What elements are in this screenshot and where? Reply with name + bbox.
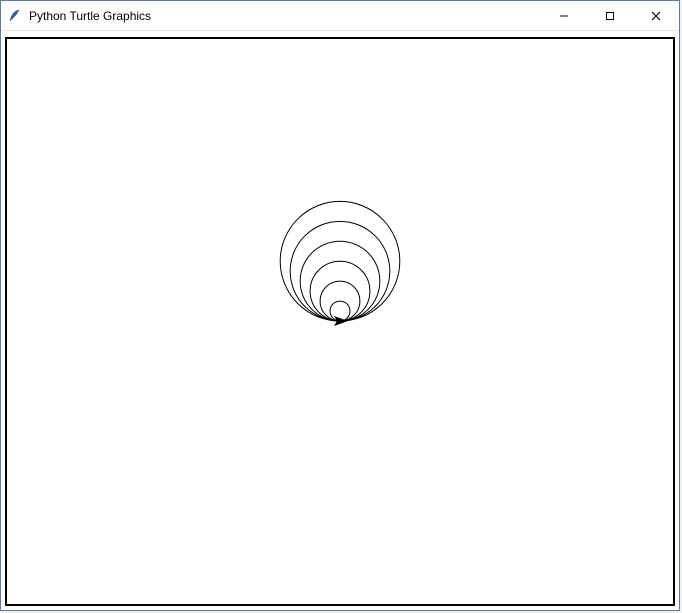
titlebar[interactable]: Python Turtle Graphics: [1, 1, 679, 31]
canvas-frame: [5, 37, 675, 606]
turtle-drawing: [7, 39, 673, 604]
python-feather-icon: [7, 8, 23, 24]
minimize-button[interactable]: [541, 1, 587, 31]
app-window: Python Turtle Graphics: [0, 0, 680, 611]
maximize-button[interactable]: [587, 1, 633, 31]
close-button[interactable]: [633, 1, 679, 31]
turtle-canvas: [7, 39, 673, 604]
window-controls: [541, 1, 679, 30]
window-title: Python Turtle Graphics: [29, 9, 541, 23]
